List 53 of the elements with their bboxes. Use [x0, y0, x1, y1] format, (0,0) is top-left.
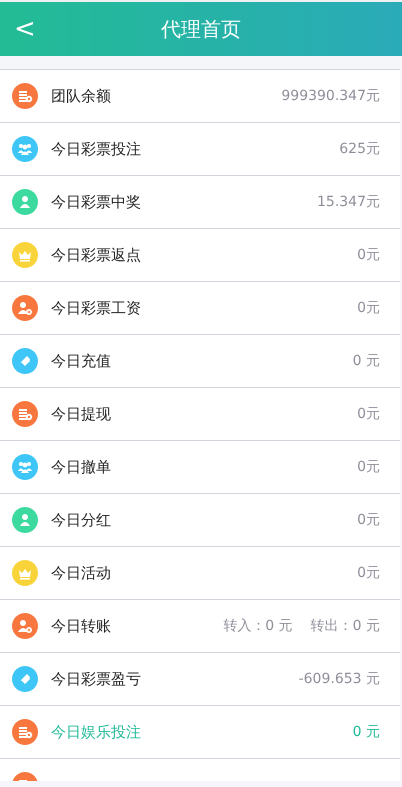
list-item[interactable]: 今日转账 转入：0 元 转出：0 元 — [0, 600, 400, 653]
item-label: 今日彩票投注 — [51, 140, 142, 158]
person-icon — [12, 189, 38, 215]
item-label: 今日撤单 — [51, 458, 112, 476]
item-value: 0 元 — [352, 723, 380, 741]
item-value: 0 元 — [352, 352, 380, 370]
ticket-icon — [12, 666, 38, 692]
ticket-icon — [12, 348, 38, 374]
item-label: 今日活动 — [51, 564, 112, 582]
item-value: 625元 — [339, 140, 380, 158]
item-label: 今日娱乐投注 — [51, 722, 142, 742]
item-label: 今日转账 — [51, 616, 112, 636]
list-item[interactable]: 今日彩票投注 625元 — [0, 123, 400, 176]
list-item[interactable]: 今日彩票盈亏 -609.653 元 — [0, 653, 400, 706]
item-value: 转出：0 元 — [310, 617, 380, 635]
item-value: 0元 — [357, 511, 380, 529]
crown-icon — [12, 242, 38, 268]
coins-icon — [12, 83, 38, 109]
coins-icon — [12, 719, 38, 745]
item-value: 15.347元 — [317, 193, 380, 211]
coins-icon — [12, 401, 38, 427]
item-label: 今日彩票盈亏 — [51, 670, 142, 688]
item-value: -609.653 元 — [298, 670, 380, 688]
list-item[interactable]: 今日分红 0元 — [0, 494, 400, 547]
person-plus-icon — [12, 295, 38, 321]
item-value: 0元 — [357, 564, 380, 582]
item-label: 团队余额 — [51, 86, 112, 106]
item-value: 0元 — [357, 246, 380, 264]
list-item[interactable]: 今日提现 0元 — [0, 388, 400, 441]
item-value: 转入：0 元 — [223, 617, 293, 635]
item-label: 今日提现 — [51, 404, 112, 424]
list-item[interactable]: 团队余额 999390.347元 — [0, 70, 400, 123]
crown-icon — [12, 560, 38, 586]
people-icon — [12, 136, 38, 162]
list-item[interactable]: 今日撤单 0元 — [0, 441, 400, 494]
item-value: 0元 — [357, 299, 380, 317]
item-label: 今日彩票工资 — [51, 298, 142, 318]
page-title: 代理首页 — [161, 16, 241, 42]
item-value: 0元 — [357, 458, 380, 476]
person-icon — [12, 507, 38, 533]
list-item[interactable]: 今日活动 0元 — [0, 547, 400, 600]
list-item[interactable]: 今日彩票返点 0元 — [0, 229, 400, 282]
list-item[interactable]: 今日彩票工资 0元 — [0, 282, 400, 335]
item-label: 今日充值 — [51, 352, 112, 370]
item-label: 今日彩票返点 — [51, 246, 142, 264]
list-item[interactable]: 今日彩票中奖 15.347元 — [0, 176, 400, 229]
item-label: 今日分红 — [51, 510, 112, 530]
item-value: 0元 — [357, 405, 380, 423]
person-plus-icon — [12, 613, 38, 639]
item-value: 999390.347元 — [281, 87, 380, 105]
list-item[interactable]: 今日充值 0 元 — [0, 335, 400, 388]
item-label: 今日彩票中奖 — [51, 192, 142, 212]
people-icon — [12, 454, 38, 480]
